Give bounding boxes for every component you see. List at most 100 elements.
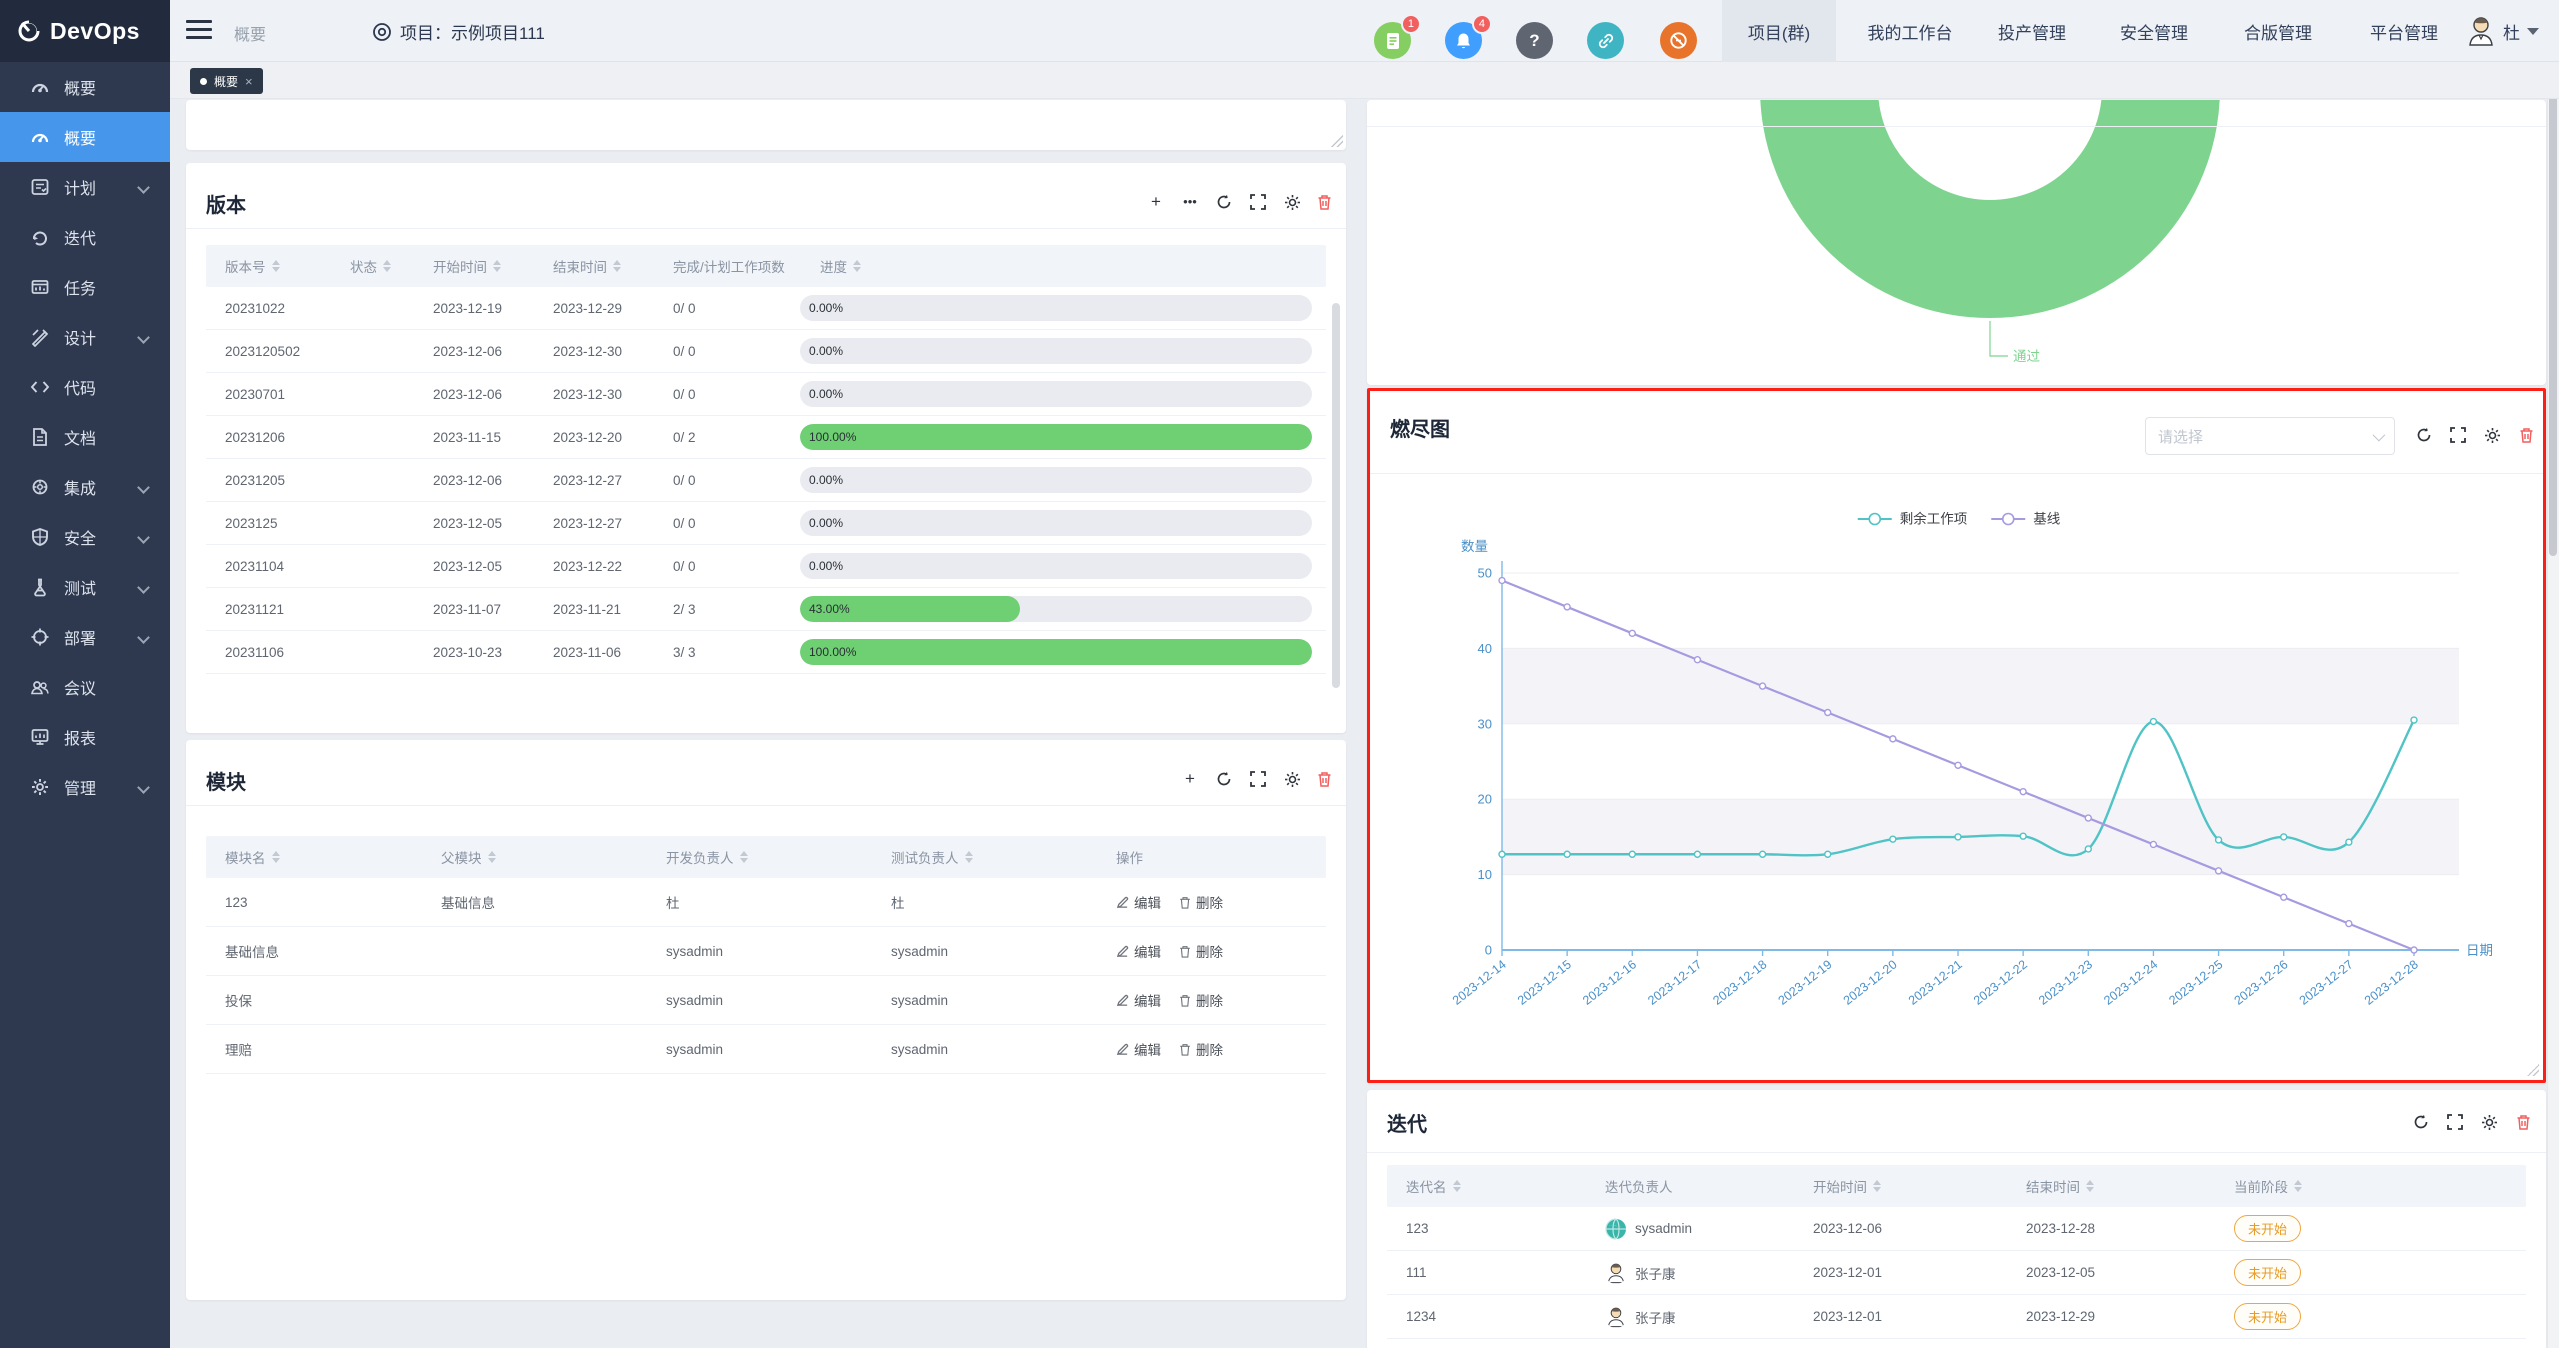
sidebar-item-5-design[interactable]: 设计 <box>0 312 170 362</box>
version-row-20231205[interactable]: 202312052023-12-062023-12-270/ 00.00% <box>206 459 1326 502</box>
document-icon[interactable]: 1 <box>1374 22 1411 59</box>
col-version-id[interactable]: 版本号 <box>225 245 280 287</box>
module-row-4[interactable]: 理赔sysadminsysadmin编辑删除 <box>206 1025 1326 1074</box>
sidebar-item-7-document[interactable]: 文档 <box>0 412 170 462</box>
fullscreen-icon[interactable] <box>2445 1114 2465 1134</box>
menu-toggle-icon[interactable] <box>186 20 212 42</box>
bell-icon[interactable]: 4 <box>1445 22 1482 59</box>
sidebar-item-1-gauge[interactable]: 概要 <box>0 112 170 162</box>
delete-trash-icon[interactable] <box>1314 194 1334 214</box>
help-icon[interactable]: ? <box>1516 22 1553 59</box>
col-module-name[interactable]: 模块名 <box>225 836 280 878</box>
fullscreen-icon[interactable] <box>1248 771 1268 791</box>
module-row-3[interactable]: 投保sysadminsysadmin编辑删除 <box>206 976 1326 1025</box>
version-row-20231106[interactable]: 202311062023-10-232023-11-063/ 3100.00% <box>206 631 1326 674</box>
delete-button[interactable]: 删除 <box>1179 941 1223 961</box>
refresh-icon[interactable] <box>2411 1114 2431 1134</box>
nav-item-merge-mgmt[interactable]: 合版管理 <box>2226 0 2330 62</box>
sidebar-item-2-plan[interactable]: 计划 <box>0 162 170 212</box>
nav-item-security-mgmt[interactable]: 安全管理 <box>2102 0 2206 62</box>
sidebar-item-14-gear[interactable]: 管理 <box>0 762 170 812</box>
resize-handle[interactable] <box>1331 135 1343 147</box>
col-iteration-name[interactable]: 迭代名 <box>1406 1165 1461 1207</box>
col-test-owner[interactable]: 测试负责人 <box>891 836 973 878</box>
delete-trash-icon[interactable] <box>2516 427 2536 447</box>
col-start[interactable]: 开始时间 <box>433 245 501 287</box>
col-dev-owner[interactable]: 开发负责人 <box>666 836 748 878</box>
app-logo[interactable]: DevOps <box>0 0 170 62</box>
col-end[interactable]: 结束时间 <box>2026 1165 2094 1207</box>
module-test-owner: sysadmin <box>891 927 948 975</box>
version-row-20231121[interactable]: 202311212023-11-072023-11-212/ 343.00% <box>206 588 1326 631</box>
refresh-icon[interactable] <box>2414 427 2434 447</box>
delete-button[interactable]: 删除 <box>1179 990 1223 1010</box>
version-row-20231022[interactable]: 202310222023-12-192023-12-290/ 00.00% <box>206 287 1326 330</box>
nav-item-projects[interactable]: 项目(群) <box>1722 0 1836 62</box>
sidebar-item-4-task[interactable]: 任务 <box>0 262 170 312</box>
sidebar-item-8-integration[interactable]: 集成 <box>0 462 170 512</box>
version-start: 2023-12-05 <box>433 545 502 587</box>
settings-gear-icon[interactable] <box>1282 194 1302 214</box>
nav-item-platform-mgmt[interactable]: 平台管理 <box>2352 0 2456 62</box>
col-parent-module[interactable]: 父模块 <box>441 836 496 878</box>
fullscreen-icon[interactable] <box>2448 427 2468 447</box>
version-start: 2023-11-07 <box>433 588 501 630</box>
col-start[interactable]: 开始时间 <box>1813 1165 1881 1207</box>
sidebar-item-13-report[interactable]: 报表 <box>0 712 170 762</box>
sidebar-item-0-gauge[interactable]: 概要 <box>0 62 170 112</box>
refresh-icon[interactable] <box>1214 771 1234 791</box>
resize-handle[interactable] <box>2527 1064 2539 1076</box>
person-avatar <box>1605 1306 1627 1328</box>
add-icon[interactable]: + <box>1180 769 1200 789</box>
burndown-select[interactable]: 请选择 <box>2145 417 2395 455</box>
tab-close-icon[interactable]: × <box>245 74 253 89</box>
gear-icon <box>30 777 50 797</box>
fullscreen-icon[interactable] <box>1248 194 1268 214</box>
settings-gear-icon[interactable] <box>2479 1114 2499 1134</box>
edit-button[interactable]: 编辑 <box>1116 941 1161 961</box>
version-row-20231104[interactable]: 202311042023-12-052023-12-220/ 00.00% <box>206 545 1326 588</box>
refresh-icon[interactable] <box>1214 194 1234 214</box>
forbidden-icon[interactable] <box>1660 22 1697 59</box>
sidebar-item-12-meeting[interactable]: 会议 <box>0 662 170 712</box>
edit-button[interactable]: 编辑 <box>1116 990 1161 1010</box>
link-icon[interactable] <box>1587 22 1624 59</box>
user-menu[interactable]: 杜 <box>2466 0 2539 62</box>
tab-overview[interactable]: 概要 × <box>190 68 263 94</box>
more-icon[interactable]: ••• <box>1180 192 1200 212</box>
edit-button[interactable]: 编辑 <box>1116 892 1161 912</box>
settings-gear-icon[interactable] <box>1282 771 1302 791</box>
sidebar-item-10-flask[interactable]: 测试 <box>0 562 170 612</box>
delete-button[interactable]: 删除 <box>1179 1039 1223 1059</box>
sidebar-item-3-iteration[interactable]: 迭代 <box>0 212 170 262</box>
page-scrollbar-thumb[interactable] <box>2549 66 2557 556</box>
iteration-row-123[interactable]: 123sysadmin2023-12-062023-12-28未开始 <box>1387 1207 2526 1251</box>
table-scrollbar[interactable] <box>1332 303 1340 688</box>
version-row-2023120502[interactable]: 20231205022023-12-062023-12-300/ 00.00% <box>206 330 1326 373</box>
nav-item-production[interactable]: 投产管理 <box>1980 0 2084 62</box>
settings-gear-icon[interactable] <box>2482 427 2502 447</box>
sidebar-item-6-code[interactable]: 代码 <box>0 362 170 412</box>
nav-item-workbench[interactable]: 我的工作台 <box>1846 0 1974 62</box>
sidebar-item-9-shield[interactable]: 安全 <box>0 512 170 562</box>
edit-button[interactable]: 编辑 <box>1116 1039 1161 1059</box>
delete-trash-icon[interactable] <box>2513 1114 2533 1134</box>
module-row-1[interactable]: 123基础信息杜杜编辑删除 <box>206 878 1326 927</box>
add-icon[interactable]: + <box>1146 192 1166 212</box>
version-row-20230701[interactable]: 202307012023-12-062023-12-300/ 00.00% <box>206 373 1326 416</box>
delete-trash-icon[interactable] <box>1314 771 1334 791</box>
version-row-2023125[interactable]: 20231252023-12-052023-12-270/ 00.00% <box>206 502 1326 545</box>
iteration-row-111[interactable]: 111张子康2023-12-012023-12-05未开始 <box>1387 1251 2526 1295</box>
col-current-stage[interactable]: 当前阶段 <box>2234 1165 2302 1207</box>
iteration-row-1234[interactable]: 1234张子康2023-12-012023-12-29未开始 <box>1387 1295 2526 1339</box>
delete-button[interactable]: 删除 <box>1179 892 1223 912</box>
svg-text:2023-12-21: 2023-12-21 <box>1906 957 1965 1007</box>
version-row-20231206[interactable]: 202312062023-11-152023-12-200/ 2100.00% <box>206 416 1326 459</box>
version-ratio: 3/ 3 <box>673 631 696 673</box>
col-end[interactable]: 结束时间 <box>553 245 621 287</box>
col-status[interactable]: 状态 <box>350 245 391 287</box>
col-progress[interactable]: 进度 <box>820 245 861 287</box>
globe-avatar <box>1605 1218 1627 1240</box>
sidebar-item-11-deploy[interactable]: 部署 <box>0 612 170 662</box>
module-row-2[interactable]: 基础信息sysadminsysadmin编辑删除 <box>206 927 1326 976</box>
